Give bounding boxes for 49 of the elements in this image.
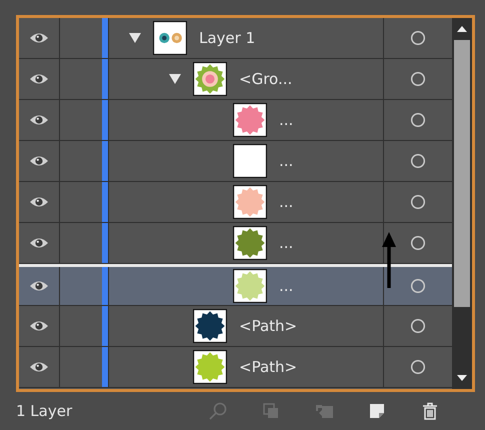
scroll-down-icon[interactable] bbox=[457, 375, 467, 381]
target-icon[interactable] bbox=[410, 153, 426, 169]
layer-name: ... bbox=[279, 193, 294, 211]
trash-icon bbox=[420, 401, 440, 421]
layer-thumbnail bbox=[193, 62, 227, 96]
eye-icon[interactable] bbox=[29, 361, 49, 373]
layer-row[interactable]: <Path> bbox=[19, 306, 452, 347]
eye-icon[interactable] bbox=[29, 196, 49, 208]
eye-icon[interactable] bbox=[29, 280, 49, 292]
layer-name: <Gro... bbox=[239, 70, 292, 88]
layer-row[interactable]: <Gro... bbox=[19, 59, 452, 100]
eye-icon[interactable] bbox=[29, 155, 49, 167]
scrollbar-thumb[interactable] bbox=[454, 40, 470, 307]
search-icon bbox=[208, 401, 228, 421]
target-icon[interactable] bbox=[410, 235, 426, 251]
layer-count: 1 Layer bbox=[16, 402, 74, 420]
overlapping-squares-icon bbox=[261, 401, 281, 421]
disclosure-triangle-icon[interactable] bbox=[129, 33, 141, 43]
layer-row[interactable]: ... bbox=[19, 264, 452, 306]
target-icon[interactable] bbox=[410, 278, 426, 294]
eye-icon[interactable] bbox=[29, 114, 49, 126]
page-icon bbox=[367, 401, 387, 421]
arrow-drawing bbox=[382, 232, 396, 288]
target-icon[interactable] bbox=[410, 30, 426, 46]
layer-name: Layer 1 bbox=[199, 29, 256, 47]
layer-row[interactable]: ... bbox=[19, 141, 452, 182]
layer-row[interactable]: ... bbox=[19, 100, 452, 141]
scroll-up-icon[interactable] bbox=[457, 26, 467, 32]
layer-thumbnail bbox=[153, 21, 187, 55]
target-icon[interactable] bbox=[410, 194, 426, 210]
eye-icon[interactable] bbox=[29, 73, 49, 85]
target-icon[interactable] bbox=[410, 112, 426, 128]
layer-row[interactable]: <Path> bbox=[19, 347, 452, 388]
layer-name: ... bbox=[279, 234, 294, 252]
target-icon[interactable] bbox=[410, 318, 426, 334]
layer-row[interactable]: Layer 1 bbox=[19, 18, 452, 59]
target-icon[interactable] bbox=[410, 359, 426, 375]
eye-icon[interactable] bbox=[29, 32, 49, 44]
disclosure-triangle-icon[interactable] bbox=[169, 74, 181, 84]
layer-name: <Path> bbox=[239, 358, 298, 376]
layer-name: ... bbox=[279, 277, 294, 295]
layer-row[interactable]: ... bbox=[19, 182, 452, 223]
layer-name: <Path> bbox=[239, 317, 298, 335]
eye-icon[interactable] bbox=[29, 320, 49, 332]
scrollbar[interactable] bbox=[452, 18, 472, 389]
eye-icon[interactable] bbox=[29, 237, 49, 249]
target-icon[interactable] bbox=[410, 71, 426, 87]
layer-name: ... bbox=[279, 152, 294, 170]
layer-name: ... bbox=[279, 111, 294, 129]
